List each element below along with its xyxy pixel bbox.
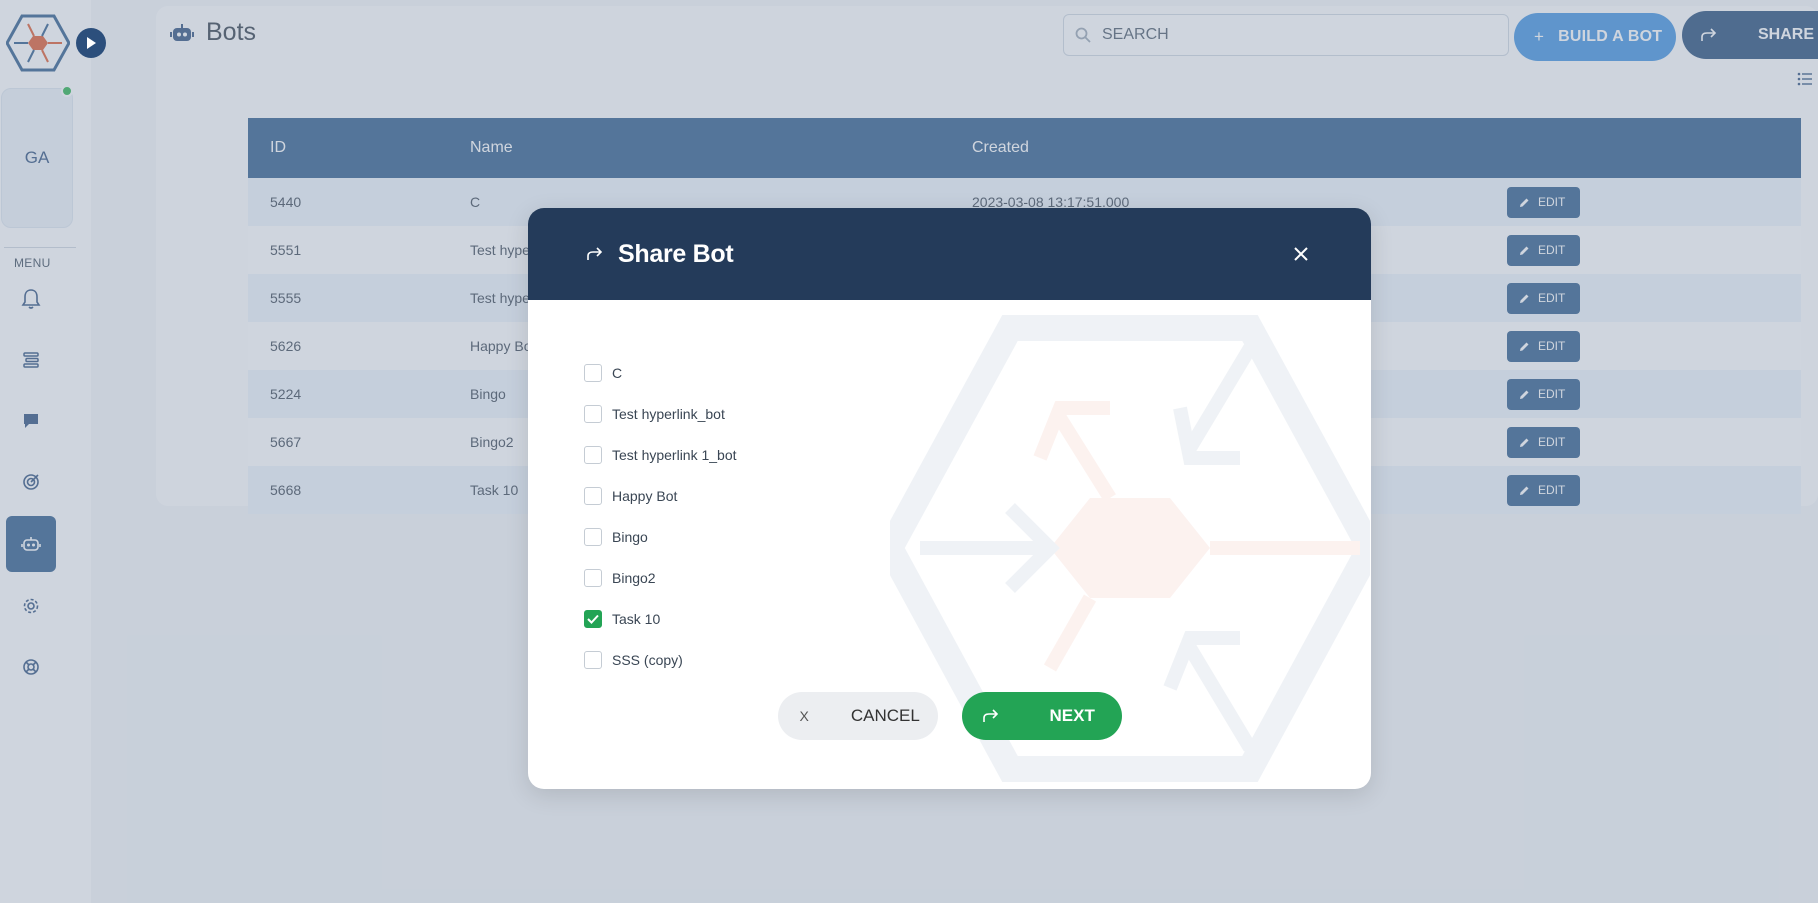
bot-checkbox[interactable] — [584, 445, 602, 464]
modal-title: Share Bot — [618, 239, 734, 268]
cancel-x-icon: X — [799, 708, 809, 724]
bot-option-label: SSS (copy) — [612, 651, 683, 668]
next-label: NEXT — [1049, 706, 1095, 725]
bot-checkbox[interactable] — [584, 568, 602, 587]
next-button[interactable]: NEXT — [961, 692, 1122, 740]
bot-checkbox[interactable] — [584, 404, 602, 423]
cancel-button[interactable]: X CANCEL — [777, 692, 938, 740]
bot-option[interactable]: Bingo — [584, 516, 737, 557]
share-bot-modal: Share Bot C Test hyperlink_bot Test hyperl… — [528, 208, 1371, 789]
bot-option-label: C — [612, 364, 623, 381]
bot-option[interactable]: Test hyperlink_bot — [584, 393, 737, 434]
bot-option[interactable]: Happy Bot — [584, 475, 737, 516]
sidebar-collapse-button[interactable] — [76, 28, 106, 58]
bot-option-label: Happy Bot — [612, 487, 678, 504]
modal-close-button[interactable] — [1289, 242, 1313, 266]
bot-checkbox[interactable] — [584, 363, 602, 382]
bot-option[interactable]: Task 10 — [584, 598, 737, 639]
bot-option[interactable]: C — [584, 352, 737, 393]
bot-checkbox[interactable] — [584, 609, 602, 628]
bot-option-label: Bingo2 — [612, 569, 656, 586]
bot-option[interactable]: Test hyperlink 1_bot — [584, 434, 737, 475]
bot-option-label: Bingo — [612, 528, 648, 545]
bot-option-label: Task 10 — [612, 610, 661, 627]
bot-option[interactable]: Bingo2 — [584, 557, 737, 598]
checkmark-icon — [587, 614, 599, 624]
close-icon — [1294, 247, 1308, 261]
bot-checkbox[interactable] — [584, 527, 602, 546]
play-icon — [87, 37, 96, 49]
bot-checkbox[interactable] — [584, 650, 602, 669]
bot-checkbox[interactable] — [584, 486, 602, 505]
bot-option-label: Test hyperlink_bot — [612, 405, 725, 422]
bot-option[interactable]: SSS (copy) — [584, 639, 737, 680]
bot-option-label: Test hyperlink 1_bot — [612, 446, 737, 463]
bot-checkbox-list: C Test hyperlink_bot Test hyperlink 1_bot H… — [584, 352, 737, 680]
share-arrow-icon — [982, 709, 998, 722]
modal-footer: X CANCEL NEXT — [528, 692, 1371, 740]
share-arrow-icon — [587, 247, 603, 260]
cancel-label: CANCEL — [850, 706, 920, 725]
modal-header: Share Bot — [528, 208, 1371, 300]
